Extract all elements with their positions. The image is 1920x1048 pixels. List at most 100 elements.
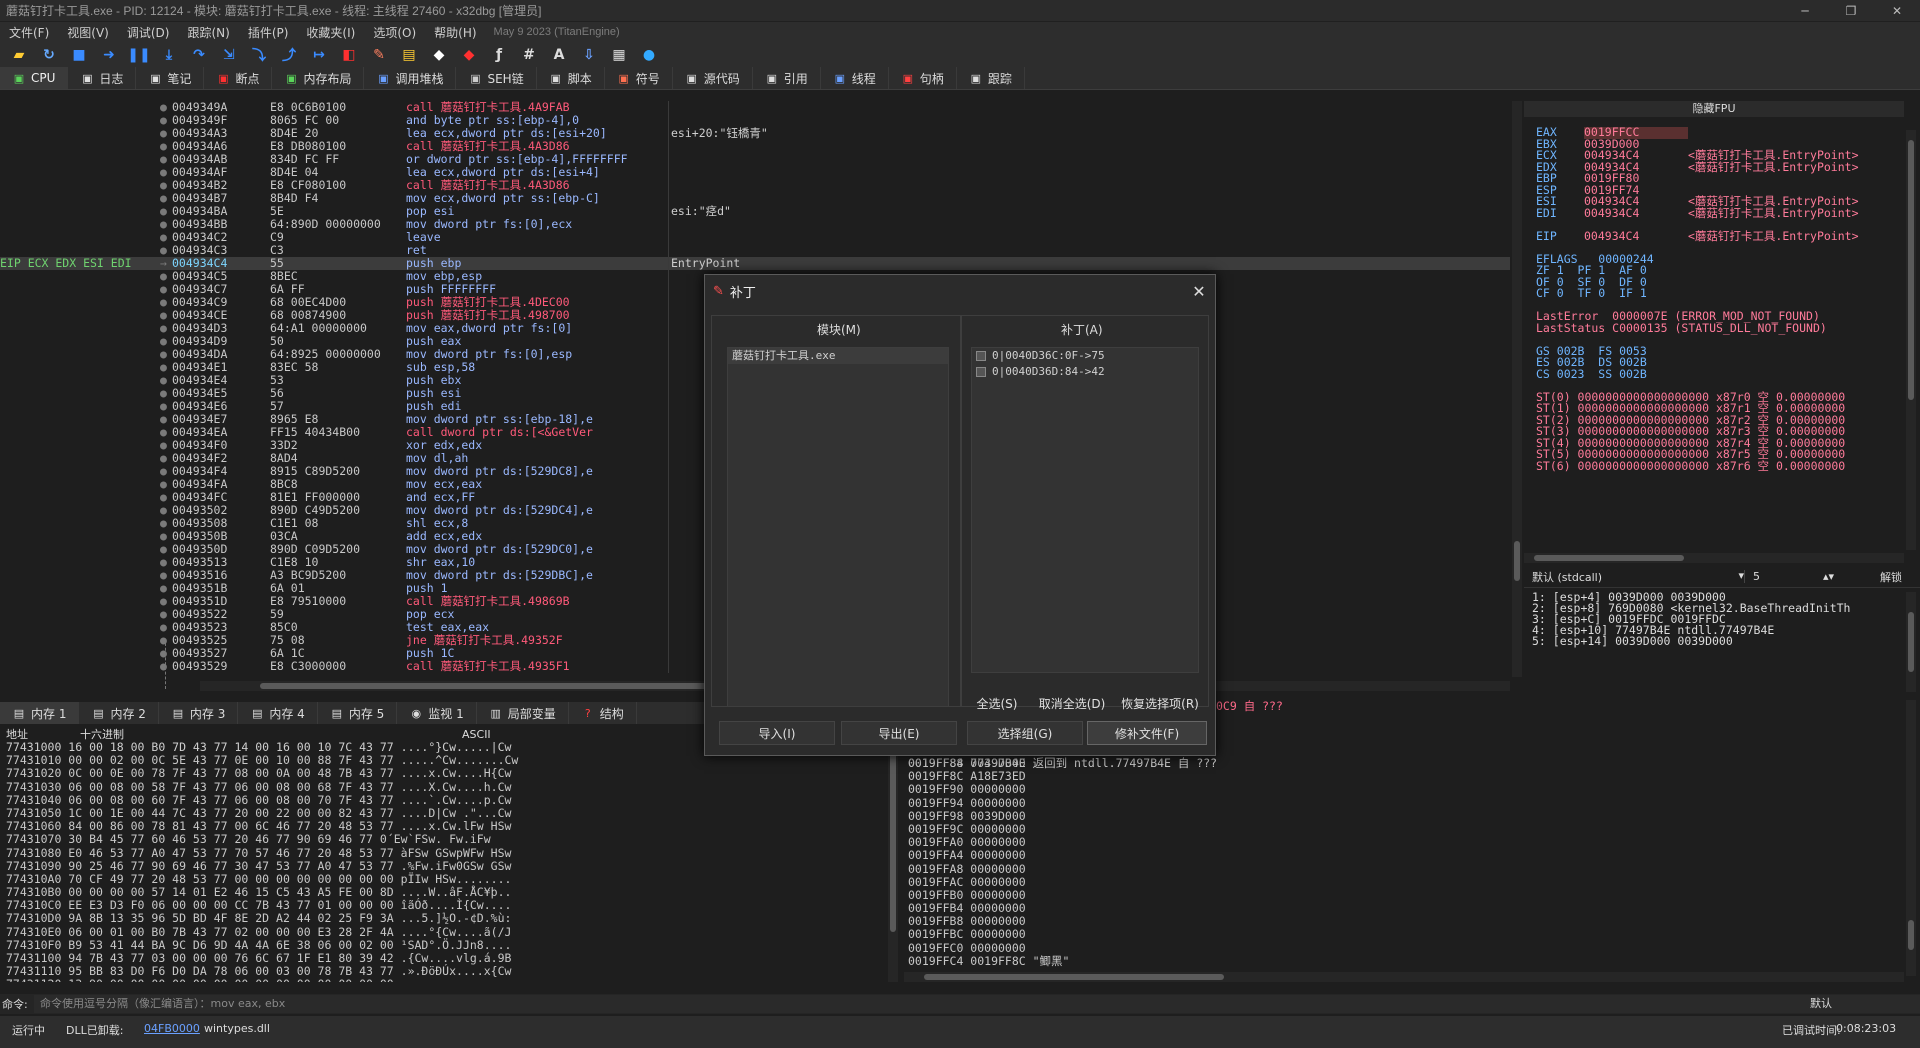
menu-options[interactable]: 选项(O) [364, 24, 425, 41]
memory-tab-2[interactable]: ▤ 内存 3 [159, 702, 239, 724]
run-to-user-code-icon[interactable]: ↦ [306, 44, 332, 66]
stack-row[interactable]: 0019FF98 0039D000 [908, 809, 1904, 823]
dump-row[interactable]: 77431120 13 90 00 00 00 00 00 00 00 00 0… [6, 978, 594, 982]
memory-tab-4[interactable]: ▤ 内存 5 [318, 702, 398, 724]
command-input[interactable]: 命令使用逗号分隔（像汇编语言）：mov eax, ebx [34, 995, 1802, 1013]
register-misc-row[interactable]: LastStatus C0000135 (STATUS_DLL_NOT_FOUN… [1536, 322, 1904, 335]
argument-row[interactable]: 5: [esp+14] 0039D000 0039D000 [1532, 635, 1920, 647]
stack-row[interactable]: 0019FFB0 00000000 [908, 888, 1904, 902]
export-button[interactable]: 导出(E) [841, 721, 957, 745]
stack-row[interactable]: 0019FF9C 00000000 [908, 822, 1904, 836]
hide-fpu-toggle[interactable]: 隐藏FPU [1524, 101, 1904, 117]
tab-5[interactable]: ▣ 调用堆栈 [364, 67, 457, 89]
menu-plugins[interactable]: 插件(P) [239, 24, 298, 41]
tab-0[interactable]: ▣ CPU [0, 67, 69, 89]
dump-vscroll[interactable] [888, 722, 898, 982]
tab-2[interactable]: ▣ 笔记 [136, 67, 205, 89]
stack-row[interactable]: 0019FFBC 00000000 [908, 928, 1904, 941]
tab-10[interactable]: ▣ 引用 [753, 67, 821, 89]
stack-row[interactable]: 0019FFB4 00000000 [908, 901, 1904, 915]
menu-file[interactable]: 文件(F) [0, 24, 58, 41]
menu-trace[interactable]: 跟踪(N) [178, 24, 238, 41]
patch-file-button[interactable]: 修补文件(F) [1087, 721, 1207, 745]
tab-7[interactable]: ▣ 脚本 [537, 67, 605, 89]
menu-debug[interactable]: 调试(D) [118, 24, 179, 41]
dll-address-link[interactable]: 04FB0000 [144, 1022, 200, 1035]
deselect-all-button[interactable]: 取消全选(D) [1035, 691, 1109, 715]
memory-tab-5[interactable]: ◉ 监视 1 [397, 702, 477, 724]
patch-checkbox[interactable] [976, 367, 986, 377]
memory-tab-1[interactable]: ▤ 内存 2 [79, 702, 159, 724]
dump-row[interactable]: 77431090 90 25 46 77 90 69 46 77 30 47 5… [6, 859, 594, 873]
stack-row[interactable]: 0019FFAC 00000000 [908, 875, 1904, 889]
stack-row[interactable]: 0019FF90 00000000 [908, 783, 1904, 796]
args-vscroll[interactable] [1906, 592, 1916, 692]
register-misc-row[interactable]: CS 0023 SS 002B [1536, 368, 1904, 381]
hash-icon[interactable]: # [516, 44, 542, 66]
patch-item[interactable]: 0|0040D36C:0F->75 [972, 348, 1198, 364]
select-all-button[interactable]: 全选(S) [967, 691, 1027, 715]
pause-icon[interactable]: ❚❚ [126, 44, 152, 66]
stack-row[interactable]: 0019FFA8 00000000 [908, 862, 1904, 876]
tab-9[interactable]: ▣ 源代码 [673, 67, 753, 89]
tab-8[interactable]: ▣ 符号 [605, 67, 673, 89]
registers-pane[interactable]: 隐藏FPU EAX 0019FFCC EBX 0039D000 ECX 004934C4 <… [1524, 101, 1904, 561]
restore-button[interactable]: ❐ [1828, 0, 1874, 22]
tab-13[interactable]: ▣ 跟踪 [957, 67, 1025, 89]
edit-icon[interactable]: ✎ [366, 44, 392, 66]
modules-list[interactable]: 蘑菇钉打卡工具.exe [727, 347, 949, 707]
dump-row[interactable]: 77431020 0C 00 0E 00 78 7F 43 77 08 00 0… [6, 767, 594, 780]
patch-item[interactable]: 0|0040D36D:84->42 [972, 364, 1198, 380]
register-misc-row[interactable]: ST(6) 0000000000000000000 x87r6 空 0.0000… [1536, 460, 1904, 473]
trace-over-icon[interactable]: ⤵ [246, 44, 272, 66]
stack-vscroll[interactable] [1906, 700, 1916, 976]
module-item[interactable]: 蘑菇钉打卡工具.exe [728, 348, 948, 364]
menu-favorites[interactable]: 收藏夹(I) [297, 24, 364, 41]
stack-row[interactable]: 0019FF94 00000000 [908, 796, 1904, 810]
dump-row[interactable]: 77431070 30 B4 45 77 60 46 53 77 20 46 7… [6, 833, 594, 846]
export-icon[interactable]: ⇩ [576, 44, 602, 66]
restart-icon[interactable]: ↻ [36, 44, 62, 66]
step-over-icon[interactable]: ↷ [186, 44, 212, 66]
stack-row[interactable]: 0019FFB8 00000000 [908, 915, 1904, 928]
menu-view[interactable]: 视图(V) [58, 24, 118, 41]
disasm-vscroll[interactable] [1512, 101, 1522, 677]
arg-count-spinner[interactable]: 5 ▴▾ [1744, 570, 1834, 583]
stack-row[interactable]: 0019FFA4 00000000 [908, 849, 1904, 862]
patch-icon[interactable]: ◆ [426, 44, 452, 66]
dump-row[interactable]: 77431040 06 00 08 00 60 7F 43 77 06 00 0… [6, 793, 594, 807]
function-icon[interactable]: ƒ [486, 44, 512, 66]
stop-icon[interactable]: ■ [66, 44, 92, 66]
memory-icon[interactable]: ▤ [396, 44, 422, 66]
stack-row[interactable]: 0019FFC0 00000000 [908, 941, 1904, 955]
open-icon[interactable]: ▰ [6, 44, 32, 66]
memory-tab-7[interactable]: ? 结构 [569, 702, 637, 724]
register-misc-row[interactable]: CF 0 TF 0 IF 1 [1536, 287, 1904, 300]
minimize-button[interactable]: ─ [1782, 0, 1828, 22]
execute-till-return-icon[interactable]: ⤴ [276, 44, 302, 66]
tab-3[interactable]: ▣ 断点 [204, 67, 273, 89]
animate-icon[interactable]: ◧ [336, 44, 362, 66]
dump-row[interactable]: 774310D0 9A 8B 13 35 96 5D BD 4F 8E 2D A… [6, 912, 594, 925]
import-button[interactable]: 导入(I) [719, 721, 835, 745]
tab-12[interactable]: ▣ 句柄 [889, 67, 957, 89]
registers-vscroll[interactable] [1906, 130, 1916, 550]
stack-row[interactable]: 0019FFC4 0019FF8C "鲫黑" [908, 954, 1904, 968]
info-icon[interactable]: ● [636, 44, 662, 66]
menu-help[interactable]: 帮助(H) [425, 24, 485, 41]
tab-6[interactable]: ▣ SEH链 [456, 67, 537, 89]
tab-4[interactable]: ▣ 内存布局 [272, 67, 365, 89]
stack-row[interactable]: 0019FF8C A18E73ED [908, 769, 1904, 783]
stack-row[interactable]: 0019FFA0 00000000 [908, 835, 1904, 849]
step-into-icon[interactable]: ⤓ [156, 44, 182, 66]
run-icon[interactable]: ➜ [96, 44, 122, 66]
command-mode-select[interactable]: 默认 [1802, 995, 1920, 1013]
register-row[interactable]: EDI 004934C4 <蘑菇钉打卡工具.EntryPoint> [1536, 207, 1904, 220]
select-group-button[interactable]: 选择组(G) [967, 721, 1083, 745]
dump-row[interactable]: 774310E0 06 00 01 00 B0 7B 43 77 02 00 0… [6, 925, 594, 939]
dialog-close-button[interactable]: ✕ [1183, 282, 1215, 301]
registers-hscroll[interactable] [1524, 553, 1904, 563]
dump-pane[interactable]: 地址 十六进制 ASCII 77431000 16 00 18 00 B0 7D… [0, 726, 594, 982]
unlock-button[interactable]: 解锁 [1880, 569, 1920, 585]
close-window-button[interactable]: ✕ [1874, 0, 1920, 22]
